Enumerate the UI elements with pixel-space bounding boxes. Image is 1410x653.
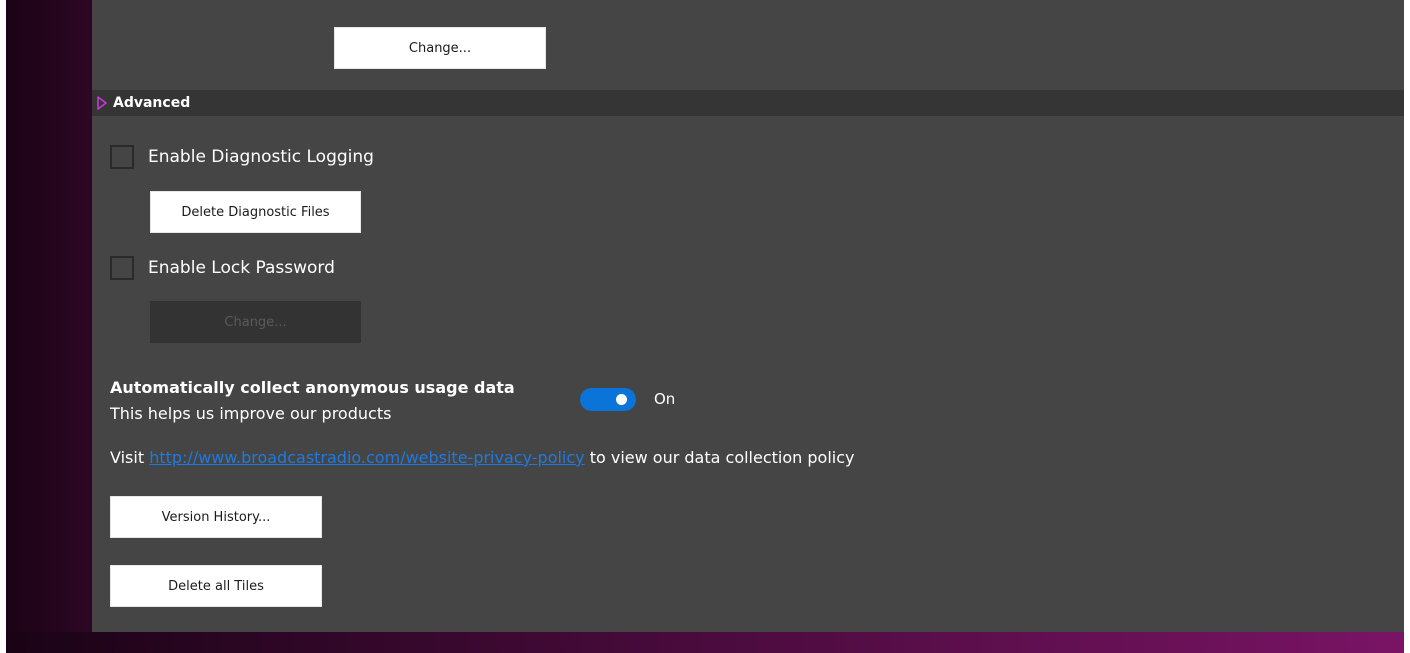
lock-password-label: Enable Lock Password xyxy=(148,258,335,278)
advanced-section-header[interactable]: Advanced xyxy=(92,90,1404,116)
delete-all-tiles-button[interactable]: Delete all Tiles xyxy=(110,565,322,607)
toggle-state-label: On xyxy=(654,390,676,408)
lock-change-button[interactable]: Change... xyxy=(150,301,361,343)
diagnostic-logging-label: Enable Diagnostic Logging xyxy=(148,147,374,167)
diagnostic-logging-row[interactable]: Enable Diagnostic Logging xyxy=(110,145,374,169)
change-button-top[interactable]: Change... xyxy=(334,27,546,69)
diagnostic-logging-checkbox[interactable] xyxy=(110,145,134,169)
privacy-prefix: Visit xyxy=(110,448,150,467)
settings-panel: Change... Advanced Enable Diagnostic Log… xyxy=(92,0,1404,632)
version-history-button[interactable]: Version History... xyxy=(110,496,322,538)
lock-password-row[interactable]: Enable Lock Password xyxy=(110,256,335,280)
privacy-policy-link[interactable]: http://www.broadcastradio.com/website-pr… xyxy=(149,448,584,467)
toggle-knob xyxy=(616,394,627,405)
background-strip xyxy=(6,632,1410,653)
window-edge xyxy=(1404,0,1410,653)
privacy-policy-line: Visit http://www.broadcastradio.com/webs… xyxy=(110,448,854,467)
usage-data-subtitle: This helps us improve our products xyxy=(110,404,392,423)
app-window: Change... Advanced Enable Diagnostic Log… xyxy=(0,0,1410,653)
privacy-suffix: to view our data collection policy xyxy=(584,448,855,467)
delete-diagnostic-files-button[interactable]: Delete Diagnostic Files xyxy=(150,191,361,233)
chevron-right-icon[interactable] xyxy=(96,96,108,110)
usage-data-title: Automatically collect anonymous usage da… xyxy=(110,378,515,397)
lock-password-checkbox[interactable] xyxy=(110,256,134,280)
advanced-section-title: Advanced xyxy=(113,95,191,111)
usage-data-toggle[interactable] xyxy=(580,388,636,411)
